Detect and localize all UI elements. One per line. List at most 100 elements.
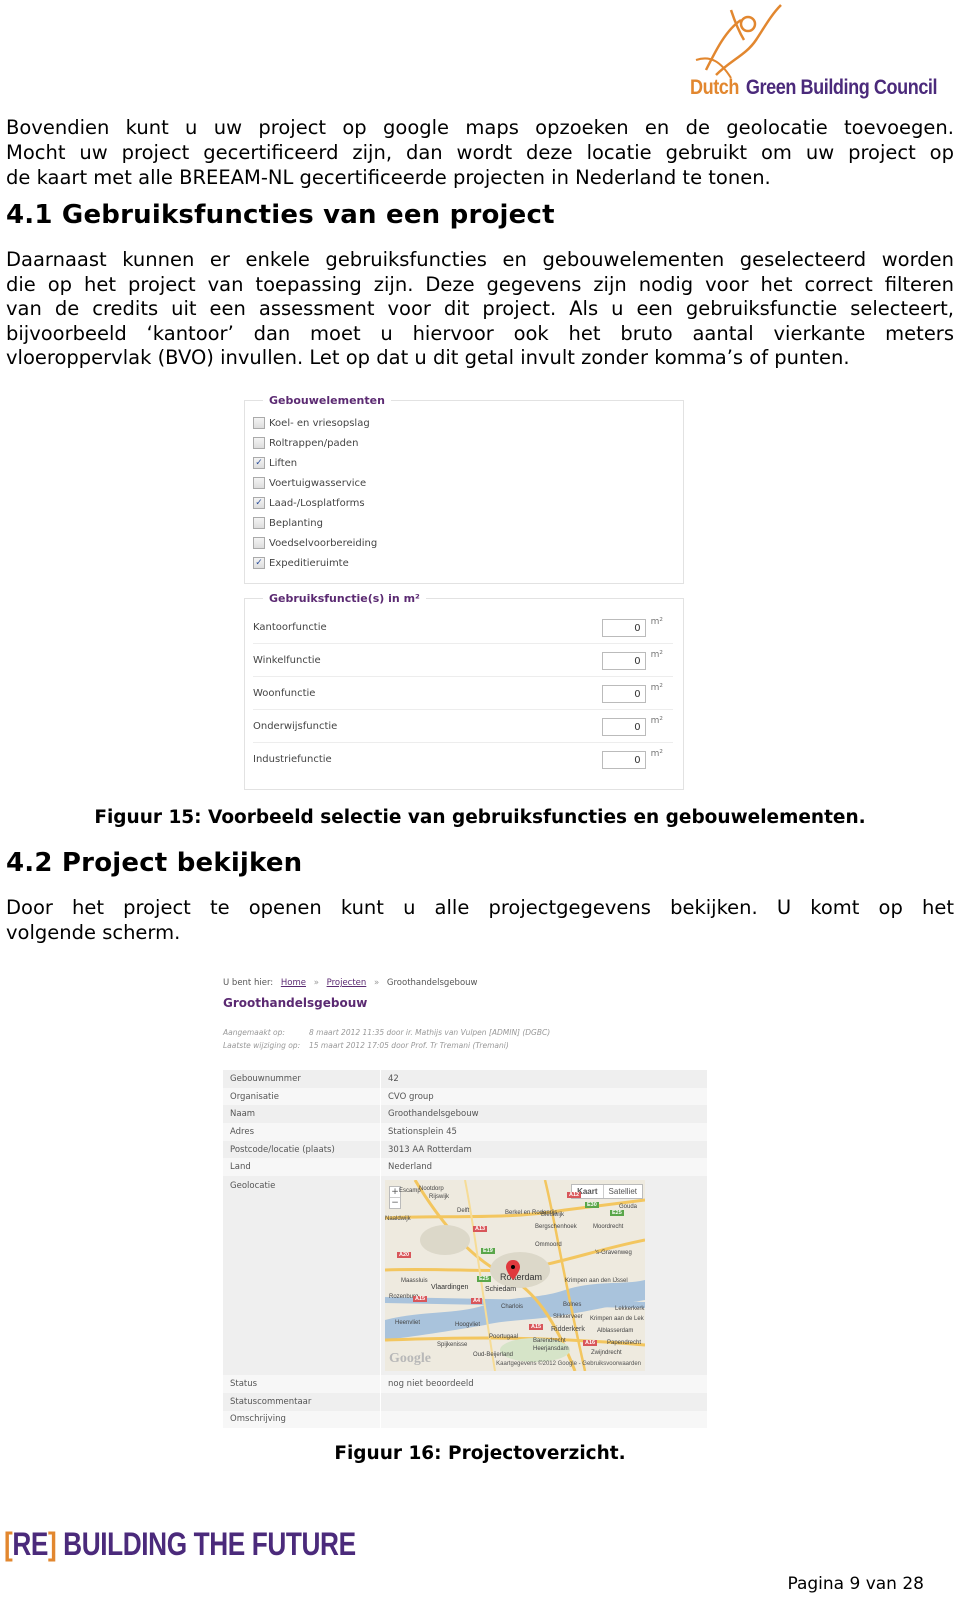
row-key: Land bbox=[223, 1158, 381, 1177]
gebouwelement-item[interactable]: Voedselvoorbereiding bbox=[253, 533, 673, 553]
unit-label: m² bbox=[650, 650, 663, 660]
checkbox-label: Beplanting bbox=[269, 517, 323, 529]
logo-text-gbc: Green Building Council bbox=[745, 76, 938, 99]
row-key: Naam bbox=[223, 1105, 381, 1124]
map-zoom-out-button[interactable]: − bbox=[390, 1198, 400, 1208]
unit-label: m² bbox=[650, 749, 663, 759]
map-label: Charlois bbox=[501, 1304, 524, 1311]
gebouwelementen-fieldset: Gebouwelementen Koel- en vriesopslag Rolt… bbox=[244, 394, 684, 584]
map-label: Alblasserdam bbox=[597, 1328, 634, 1335]
section-4-1-line-3: van de credits uit een assessment voor d… bbox=[6, 297, 954, 320]
map-label: Heerjansdam bbox=[533, 1346, 569, 1353]
meta-modified: Laatste wijziging op: 15 maart 2012 17:05… bbox=[223, 1041, 509, 1050]
google-map[interactable]: + − Kaart Satelliet Nootdorp Rijswijk De… bbox=[385, 1180, 645, 1372]
table-row: Status nog niet beoordeeld bbox=[223, 1375, 707, 1393]
gebruiksfunctie-label: Kantoorfunctie bbox=[253, 621, 327, 633]
section-4-2-line-1: Door het project te openen kunt u alle p… bbox=[6, 896, 954, 919]
checkbox-unchecked[interactable] bbox=[253, 437, 265, 449]
section-4-2-line-2: volgende scherm. bbox=[6, 921, 181, 944]
meta-modified-label: Laatste wijziging op: bbox=[223, 1041, 301, 1050]
gebruiksfunctie-label: Woonfunctie bbox=[253, 687, 316, 699]
road-shield: A15 bbox=[529, 1324, 544, 1331]
gebouwelement-item[interactable]: Beplanting bbox=[253, 513, 673, 533]
area-input-group: m² bbox=[601, 650, 663, 670]
checkbox-unchecked[interactable] bbox=[253, 417, 265, 429]
gebouwelement-item[interactable]: Roltrappen/paden bbox=[253, 433, 673, 453]
gebouwelement-item[interactable]: Koel- en vriesopslag bbox=[253, 413, 673, 433]
table-row: Postcode/locatie (plaats) 3013 AA Rotterd… bbox=[223, 1140, 707, 1159]
row-value-map: + − Kaart Satelliet Nootdorp Rijswijk De… bbox=[380, 1176, 707, 1376]
area-input[interactable] bbox=[601, 751, 646, 769]
area-input[interactable] bbox=[601, 685, 646, 703]
map-label: Spijkenisse bbox=[437, 1342, 468, 1349]
map-label: Nootdorp bbox=[419, 1186, 444, 1193]
unit-label: m² bbox=[650, 683, 663, 693]
section-heading-4-2: 4.2 Project bekijken bbox=[6, 848, 303, 878]
map-label: Oud-Beijerland bbox=[473, 1352, 514, 1359]
meta-created: Aangemaakt op: 8 maart 2012 11:35 door ir… bbox=[223, 1028, 550, 1037]
gebouwelementen-list: Koel- en vriesopslag Roltrappen/paden ✓ Lif… bbox=[253, 413, 673, 573]
gebruiksfunctie-row: Woonfunctie m² bbox=[253, 677, 673, 710]
breadcrumb-projecten-link[interactable]: Projecten bbox=[327, 978, 367, 988]
section-4-1-line-5: vloeroppervlak (BVO) invullen. Let op da… bbox=[6, 346, 850, 369]
figure-15-caption: Figuur 15: Voorbeeld selectie van gebrui… bbox=[94, 807, 866, 828]
logo-bracket-close: ] bbox=[47, 1526, 57, 1562]
map-label: Hoogvliet bbox=[455, 1322, 481, 1329]
section-4-1-line-4: bijvoorbeeld ‘kantoor’ dan moet u hiervo… bbox=[6, 322, 954, 345]
road-shield: E25 bbox=[477, 1276, 491, 1283]
map-label: Bleiswijk bbox=[541, 1212, 565, 1219]
breadcrumb-home-link[interactable]: Home bbox=[281, 978, 306, 988]
map-label: 's-Gravenweg bbox=[595, 1250, 632, 1257]
map-type-control: Kaart Satelliet bbox=[571, 1184, 643, 1200]
project-title: Groothandelsgebouw bbox=[223, 996, 368, 1010]
checkbox-label: Voertuigwasservice bbox=[269, 477, 367, 489]
checkbox-label: Roltrappen/paden bbox=[269, 437, 359, 449]
gebouwelementen-legend: Gebouwelementen bbox=[269, 394, 385, 407]
table-row: Omschrijving bbox=[223, 1410, 707, 1429]
row-key: Organisatie bbox=[223, 1087, 381, 1106]
checkbox-unchecked[interactable] bbox=[253, 537, 265, 549]
meta-modified-value: 15 maart 2012 17:05 door Prof. Tr Treman… bbox=[309, 1041, 509, 1050]
gebouwelement-item[interactable]: Voertuigwasservice bbox=[253, 473, 673, 493]
road-shield: A13 bbox=[473, 1226, 488, 1233]
row-key: Adres bbox=[223, 1123, 381, 1141]
gebruiksfuncties-list: Kantoorfunctiem²Winkelfunctiem²Woonfunct… bbox=[253, 611, 673, 775]
map-type-satelliet-button[interactable]: Satelliet bbox=[604, 1185, 642, 1198]
project-details-table: Gebouwnummer 42 Organisatie CVO group Naam… bbox=[223, 1070, 707, 1429]
row-value bbox=[380, 1392, 707, 1411]
meta-created-label: Aangemaakt op: bbox=[223, 1028, 285, 1037]
road-shield: E25 bbox=[610, 1210, 624, 1217]
section-4-1-line-2: die op het project van toepassing zijn. … bbox=[6, 273, 954, 296]
unit-label: m² bbox=[650, 716, 663, 726]
area-input-group: m² bbox=[601, 683, 663, 703]
map-label: Poortugaal bbox=[489, 1334, 519, 1341]
row-key: Status bbox=[223, 1375, 381, 1393]
gebruiksfuncties-fieldset: Gebruiksfunctie(s) in m² Kantoorfunctie m… bbox=[244, 592, 684, 790]
gebruiksfunctie-label: Winkelfunctie bbox=[253, 654, 321, 666]
gebouwelement-item[interactable]: ✓ Expeditieruimte bbox=[253, 553, 673, 573]
area-input-group: m² bbox=[601, 716, 663, 736]
map-attribution[interactable]: Kaartgegevens ©2012 Google - Gebruiksvoo… bbox=[496, 1361, 641, 1367]
breadcrumb-separator: » bbox=[374, 978, 380, 988]
checkbox-checked[interactable]: ✓ bbox=[253, 557, 265, 569]
area-input[interactable] bbox=[601, 718, 646, 736]
road-shield: A15 bbox=[413, 1296, 428, 1303]
logo-text: BUILDING THE FUTURE bbox=[56, 1526, 356, 1562]
checkbox-checked[interactable]: ✓ bbox=[253, 457, 265, 469]
checkbox-unchecked[interactable] bbox=[253, 477, 265, 489]
checkbox-label: Koel- en vriesopslag bbox=[269, 417, 370, 429]
figure-16-caption: Figuur 16: Projectoverzicht. bbox=[334, 1443, 626, 1464]
area-input[interactable] bbox=[601, 652, 646, 670]
checkbox-unchecked[interactable] bbox=[253, 517, 265, 529]
unit-label: m² bbox=[650, 617, 663, 627]
row-value: 3013 AA Rotterdam bbox=[380, 1140, 707, 1159]
gebouwelement-item[interactable]: ✓ Liften bbox=[253, 453, 673, 473]
intro-line-2: Mocht uw project gecertificeerd zijn, da… bbox=[6, 141, 954, 164]
gebouwelement-item[interactable]: ✓ Laad-/Losplatforms bbox=[253, 493, 673, 513]
map-label: Lekkerkerk bbox=[615, 1306, 645, 1313]
table-row: Statuscommentaar bbox=[223, 1392, 707, 1411]
checkbox-checked[interactable]: ✓ bbox=[253, 497, 265, 509]
area-input[interactable] bbox=[601, 619, 646, 637]
map-marker-icon[interactable] bbox=[506, 1260, 520, 1281]
gebruiksfunctie-row: Industriefunctie m² bbox=[253, 743, 673, 775]
